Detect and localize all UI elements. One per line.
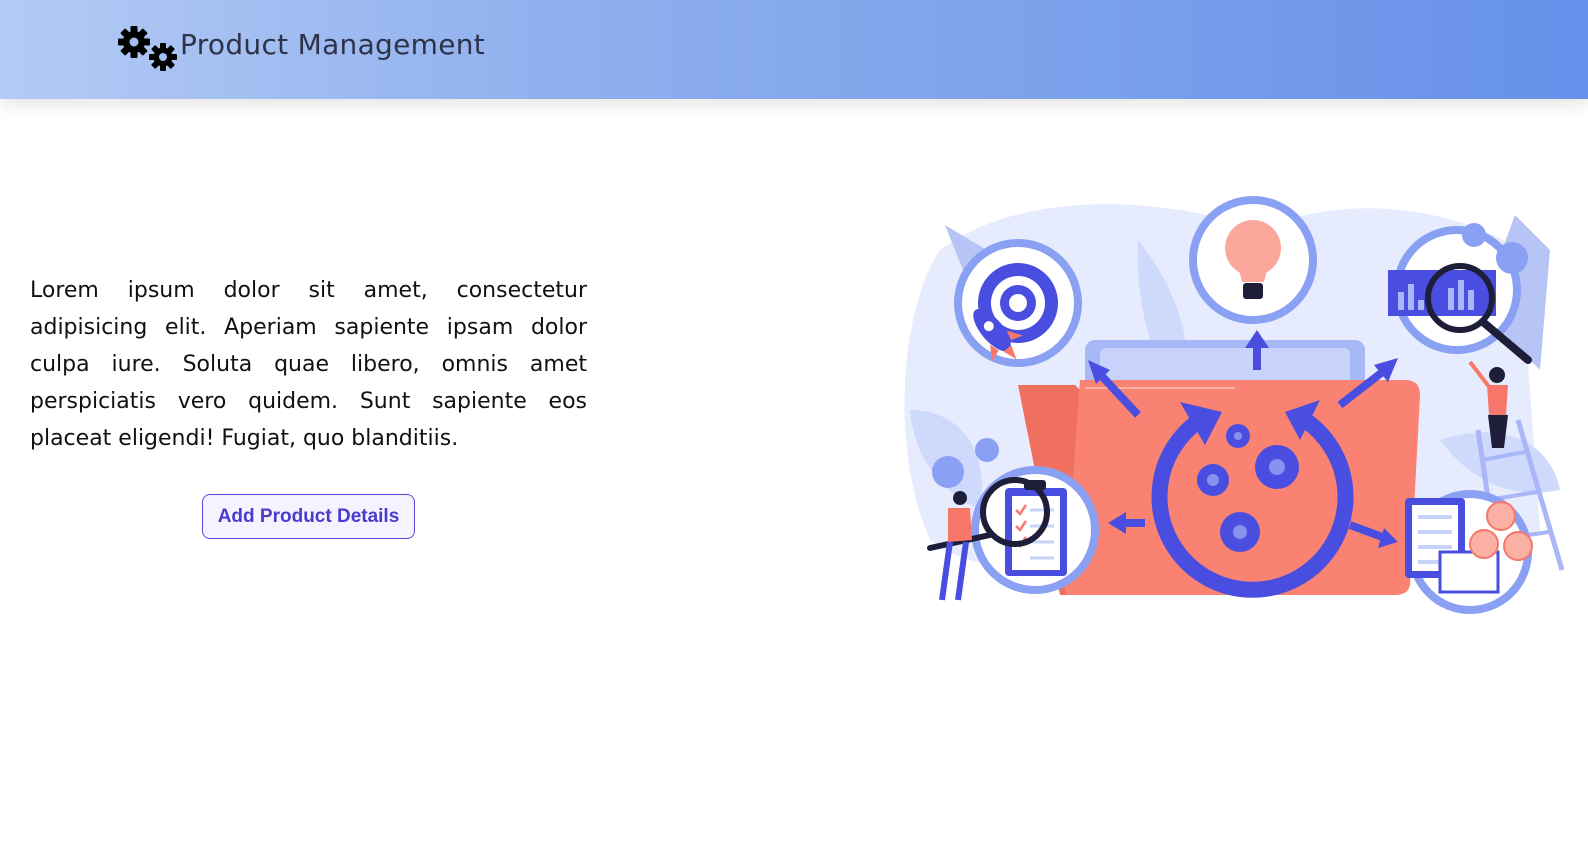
add-product-details-button[interactable]: Add Product Details (202, 494, 415, 539)
product-management-illustration (904, 196, 1565, 614)
gears-icon (118, 26, 177, 71)
intro-paragraph: Lorem ipsum dolor sit amet, consectetur … (30, 278, 587, 451)
brand-title: Product Management (180, 27, 486, 61)
brand-link[interactable]: Product Management (118, 22, 485, 74)
top-navbar: Product Management (0, 0, 1588, 99)
